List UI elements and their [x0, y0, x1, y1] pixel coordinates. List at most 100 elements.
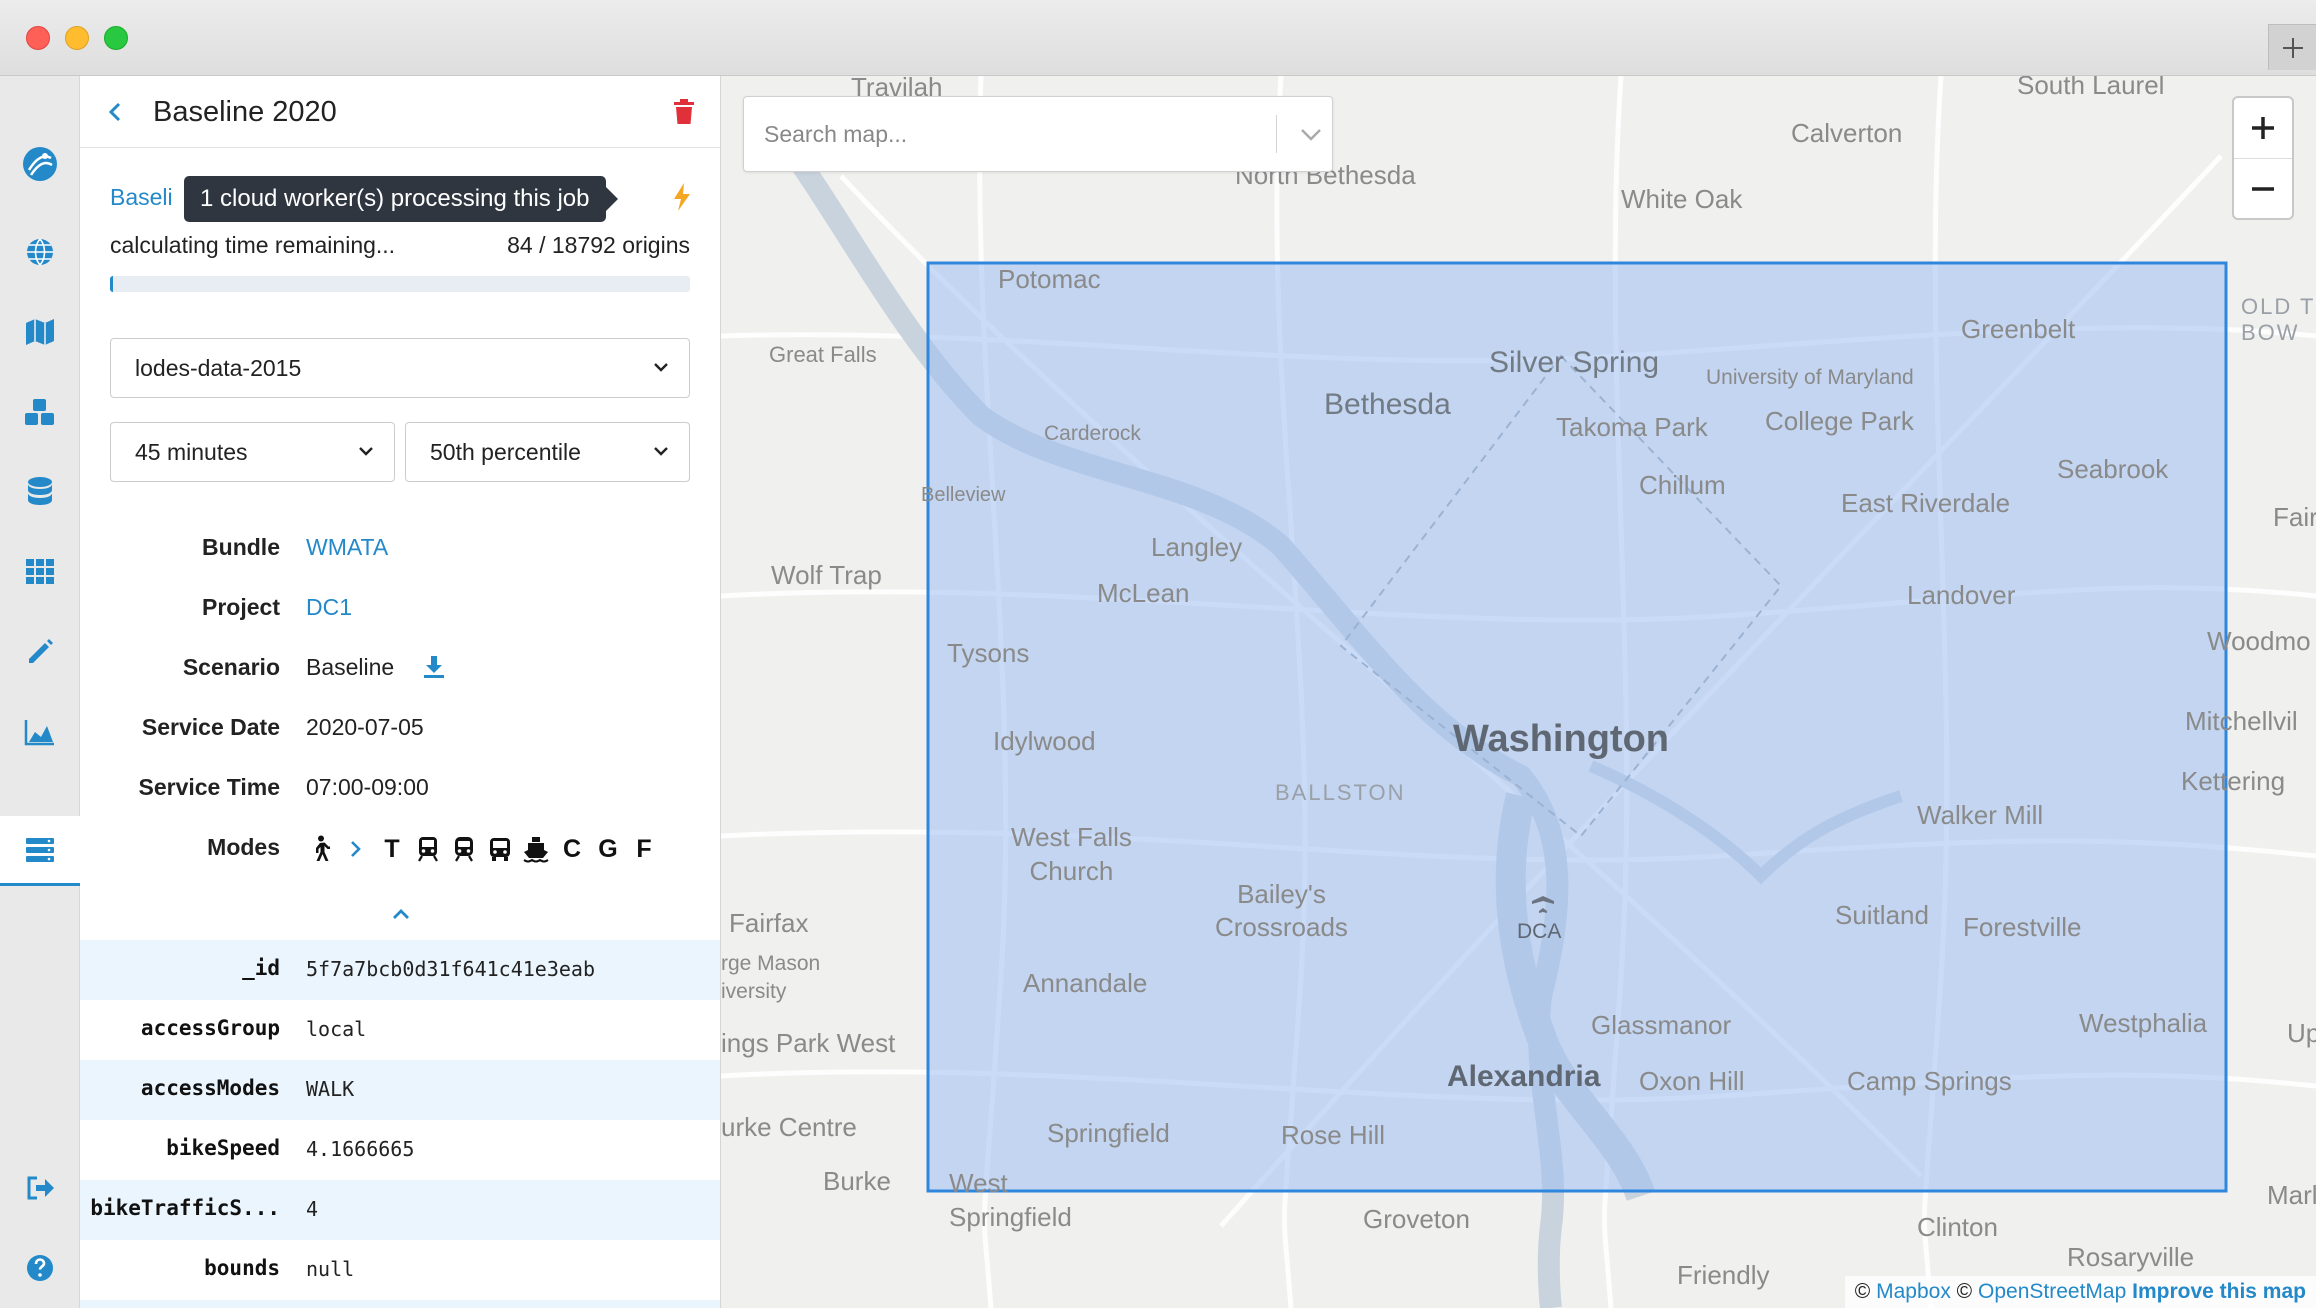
property-value: 5f7a7bcb0d31f641c41e3eab	[306, 957, 595, 981]
logo-icon	[23, 147, 57, 181]
map-label: Wolf Trap	[771, 560, 882, 590]
bundle-label: Bundle	[202, 534, 280, 560]
map-label: Calverton	[1791, 118, 1903, 148]
map-label: East Riverdale	[1841, 488, 2011, 518]
bundle-row: Bundle WMATA	[80, 534, 720, 574]
zoom-in-button[interactable]	[2234, 98, 2292, 158]
percentile-value: 50th percentile	[430, 439, 581, 465]
sidebar-item-jobs[interactable]	[0, 816, 80, 886]
chevron-down-icon	[654, 363, 668, 372]
project-label: Project	[202, 594, 280, 620]
table-row: accessModes WALK	[80, 1060, 720, 1120]
property-key: accessGroup	[140, 1016, 280, 1040]
sidebar-item-help[interactable]	[0, 1236, 80, 1300]
time-cutoff-select[interactable]: 45 minutes	[110, 422, 395, 482]
sidebar-item-grid[interactable]	[0, 540, 80, 604]
subway-icon	[414, 834, 442, 864]
map-label: Groveton	[1363, 1204, 1470, 1234]
property-value: 4.1666665	[306, 1137, 415, 1161]
pencil-icon	[29, 639, 53, 663]
cubes-icon	[25, 399, 54, 425]
table-row: accessGroup local	[80, 1000, 720, 1060]
map-label: Landover	[1907, 580, 2016, 610]
map-label: Fairfax	[729, 908, 809, 938]
sidebar-item-bundles[interactable]	[0, 380, 80, 444]
sidebar-item-map[interactable]	[0, 300, 80, 364]
service-date-value: 2020-07-05	[306, 714, 424, 740]
percentile-select[interactable]: 50th percentile	[405, 422, 690, 482]
sidebar-item-logout[interactable]	[0, 1156, 80, 1220]
map-label: Rosaryville	[2067, 1242, 2195, 1272]
mode-transit-letter: T	[384, 834, 400, 863]
job-name-link[interactable]: Baseli	[110, 184, 173, 211]
map-label: Up	[2287, 1018, 2316, 1048]
map-label: College Park	[1765, 406, 1914, 436]
map-label: Great Falls	[769, 342, 877, 367]
map-label: Oxon Hill	[1639, 1066, 1745, 1096]
bolt-icon[interactable]	[671, 182, 693, 212]
sidebar-item-analysis[interactable]	[0, 700, 80, 764]
map-label: Langley	[1151, 532, 1243, 562]
page-title: Baseline 2020	[153, 96, 337, 128]
maximize-window-button[interactable]	[104, 26, 128, 50]
sidebar-item-logo[interactable]	[0, 132, 80, 196]
property-key: bounds	[204, 1256, 280, 1280]
sign-out-icon	[27, 1176, 54, 1200]
service-date-label: Service Date	[141, 714, 280, 740]
copyright-symbol: ©	[1956, 1280, 1973, 1303]
map-label: Rose Hill	[1281, 1120, 1386, 1150]
property-key: _id	[242, 956, 280, 980]
trash-icon[interactable]	[672, 98, 696, 126]
zoom-control	[2232, 96, 2294, 220]
progress-bar-fill	[110, 276, 114, 292]
map-label: Tysons	[947, 638, 1030, 668]
sidebar-item-regions[interactable]	[0, 220, 80, 284]
property-key: bikeSpeed	[166, 1136, 280, 1160]
plus-icon	[2282, 37, 2303, 58]
chevron-up-icon[interactable]	[390, 906, 412, 922]
improve-map-link[interactable]: Improve this map	[2132, 1280, 2306, 1303]
map-label: Forestville	[1963, 912, 2082, 942]
sidebar-item-database[interactable]	[0, 460, 80, 524]
minus-icon	[2252, 186, 2274, 191]
map-label: Walker Mill	[1917, 800, 2044, 830]
ship-icon	[522, 834, 550, 864]
download-icon[interactable]	[422, 654, 446, 680]
new-tab-button[interactable]	[2268, 24, 2316, 70]
mapbox-link[interactable]: Mapbox	[1876, 1280, 1951, 1303]
property-key: bikeTrafficS...	[90, 1196, 280, 1220]
bus-icon	[486, 834, 514, 864]
chevron-left-icon[interactable]	[104, 100, 128, 124]
chevron-down-icon	[654, 447, 668, 456]
map-label: Seabrook	[2057, 454, 2169, 484]
map-label: University of Maryland	[1706, 366, 1914, 389]
minimize-window-button[interactable]	[65, 26, 89, 50]
table-row: bounds null	[80, 1240, 720, 1300]
search-input[interactable]	[744, 97, 1264, 171]
modes-label: Modes	[207, 834, 280, 860]
chevron-down-icon[interactable]	[1299, 127, 1323, 143]
table-row: bikeTrafficS... 4	[80, 1180, 720, 1240]
bundle-link[interactable]: WMATA	[306, 534, 388, 561]
map-label: Glassmanor	[1591, 1010, 1732, 1040]
openstreetmap-link[interactable]: OpenStreetMap	[1978, 1280, 2126, 1303]
question-circle-icon	[27, 1255, 53, 1281]
map-label: rge Mason iversity	[721, 952, 821, 1003]
panel-header: Baseline 2020	[80, 76, 720, 148]
service-time-label: Service Time	[138, 774, 280, 800]
job-properties-table: _id 5f7a7bcb0d31f641c41e3eab accessGroup…	[80, 940, 720, 1308]
map-label: Burke	[823, 1166, 891, 1196]
scenario-value: Baseline	[306, 654, 395, 680]
map-label: Westphalia	[2079, 1008, 2208, 1038]
map-label: White Oak	[1621, 184, 1743, 214]
map-view[interactable]: Travilah North Bethesda Calverton South …	[721, 76, 2316, 1308]
close-window-button[interactable]	[26, 26, 50, 50]
zoom-out-button[interactable]	[2234, 158, 2292, 218]
sidebar-item-edit[interactable]	[0, 620, 80, 684]
project-link[interactable]: DC1	[306, 594, 352, 621]
chevron-right-icon	[342, 834, 370, 864]
train-icon	[450, 834, 478, 864]
mode-cable-car-letter: C	[562, 834, 582, 863]
opportunity-dataset-select[interactable]: lodes-data-2015	[110, 338, 690, 398]
modes-list: T C G F	[306, 832, 658, 866]
